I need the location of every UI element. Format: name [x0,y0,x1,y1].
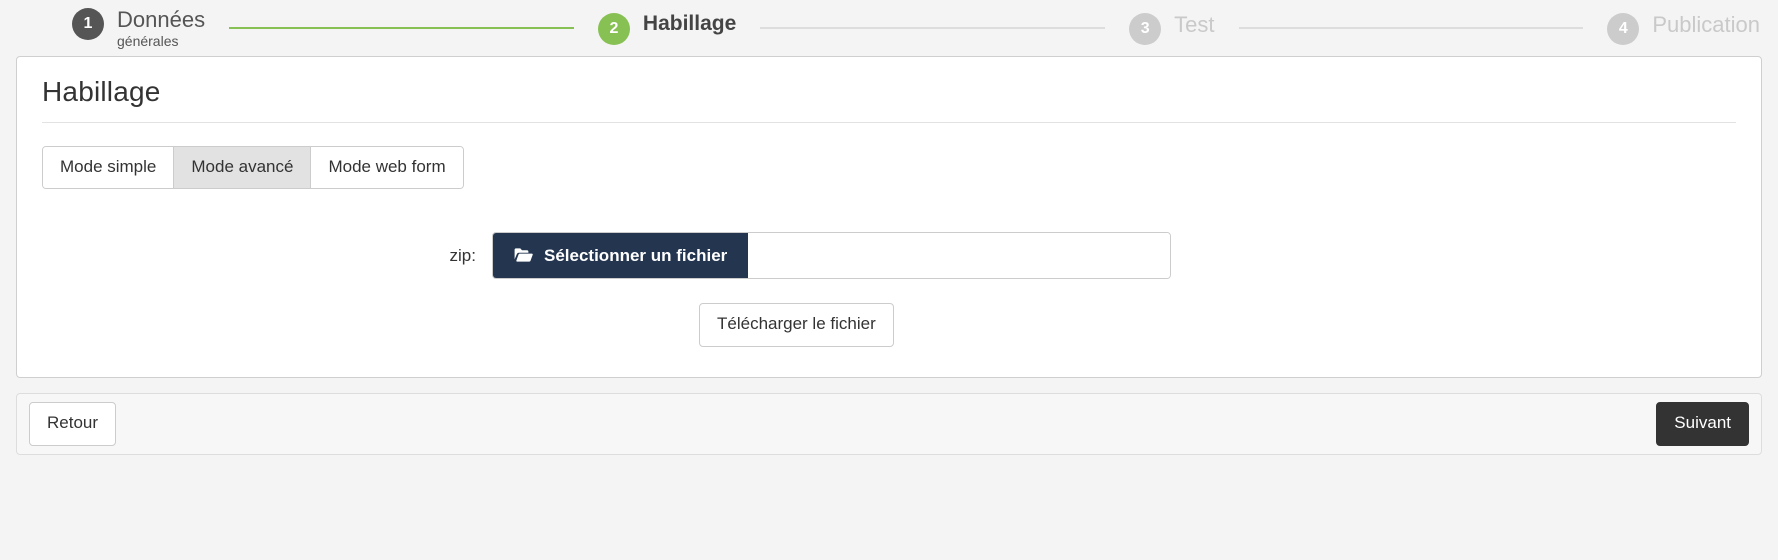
wizard-step-1[interactable]: 1 Données générales [72,7,205,50]
mode-tabs: Mode simple Mode avancé Mode web form [42,146,464,190]
upload-submit-row: Télécharger le fichier [42,303,1736,347]
zip-file-path-input[interactable] [748,233,1170,279]
step-1-title: Données [117,6,206,32]
step-3-title: Test [1174,11,1215,37]
wizard-step-2[interactable]: 2 Habillage [597,12,736,45]
zip-field-label: zip: [449,245,476,265]
zip-file-control[interactable]: Sélectionner un fichier [492,232,1171,280]
step-2-title: Habillage [642,11,737,35]
step-2-number: 2 [597,12,630,45]
step-connector-2-3 [760,27,1106,29]
tab-mode-web-form[interactable]: Mode web form [311,147,463,189]
step-1-subtitle: générales [117,33,179,50]
step-connector-1-2 [229,27,574,29]
step-3-number: 3 [1129,12,1162,45]
folder-open-icon [514,248,533,263]
step-4-title: Publication [1652,11,1760,37]
step-3-labels: Test [1174,12,1214,37]
step-2-labels: Habillage [643,12,736,36]
zip-upload-row: zip: Sélectionner un fichier [42,232,1736,280]
select-file-button[interactable]: Sélectionner un fichier [493,233,749,279]
next-button[interactable]: Suivant [1656,402,1749,446]
upload-file-button[interactable]: Télécharger le fichier [699,303,894,347]
wizard-step-4[interactable]: 4 Publication [1607,12,1760,45]
step-1-number: 1 [72,7,104,40]
tab-mode-simple[interactable]: Mode simple [43,147,175,189]
tab-mode-avance[interactable]: Mode avancé [174,147,312,189]
step-1-labels: Données générales [117,7,205,50]
page-title: Habillage [42,57,1736,123]
step-connector-3-4 [1238,27,1584,29]
wizard-footer: Retour Suivant [16,393,1762,455]
back-button[interactable]: Retour [29,402,117,446]
habillage-panel: Habillage Mode simple Mode avancé Mode w… [16,56,1762,378]
wizard-step-3[interactable]: 3 Test [1129,12,1215,45]
step-4-number: 4 [1607,12,1640,45]
select-file-button-label: Sélectionner un fichier [544,245,728,265]
wizard-stepper: 1 Données générales 2 Habillage 3 Test 4… [0,0,1778,56]
step-4-labels: Publication [1652,12,1760,37]
